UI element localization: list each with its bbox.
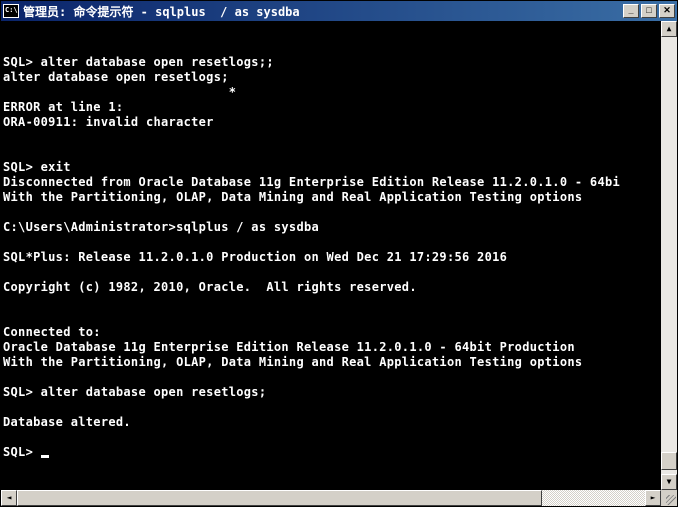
scroll-down-button[interactable]: ▼	[661, 474, 677, 490]
terminal-output[interactable]: SQL> alter database open resetlogs;; alt…	[1, 21, 661, 490]
client-area: SQL> alter database open resetlogs;; alt…	[1, 21, 677, 506]
h-scroll-thumb[interactable]	[17, 490, 542, 506]
v-scroll-thumb[interactable]	[661, 452, 677, 470]
minimize-button[interactable]: _	[623, 4, 639, 18]
terminal-cursor	[41, 455, 49, 458]
horizontal-scrollbar[interactable]: ◄ ►	[1, 490, 677, 506]
scroll-left-button[interactable]: ◄	[1, 490, 17, 506]
scroll-up-button[interactable]: ▲	[661, 21, 677, 37]
titlebar[interactable]: C:\ 管理员: 命令提示符 - sqlplus / as sysdba _ □…	[1, 1, 677, 21]
window-controls: _ □ ✕	[623, 4, 675, 18]
app-icon: C:\	[3, 4, 19, 18]
vertical-scrollbar[interactable]: ▲ ▼	[661, 21, 677, 490]
resize-grip[interactable]	[661, 490, 677, 506]
close-button[interactable]: ✕	[659, 4, 675, 18]
scroll-right-button[interactable]: ►	[645, 490, 661, 506]
terminal-wrap: SQL> alter database open resetlogs;; alt…	[1, 21, 677, 490]
v-scroll-track[interactable]	[661, 37, 677, 474]
window-frame: C:\ 管理员: 命令提示符 - sqlplus / as sysdba _ □…	[0, 0, 678, 507]
window-title: 管理员: 命令提示符 - sqlplus / as sysdba	[23, 3, 623, 20]
maximize-button[interactable]: □	[641, 4, 657, 18]
h-scroll-track[interactable]	[17, 490, 645, 506]
